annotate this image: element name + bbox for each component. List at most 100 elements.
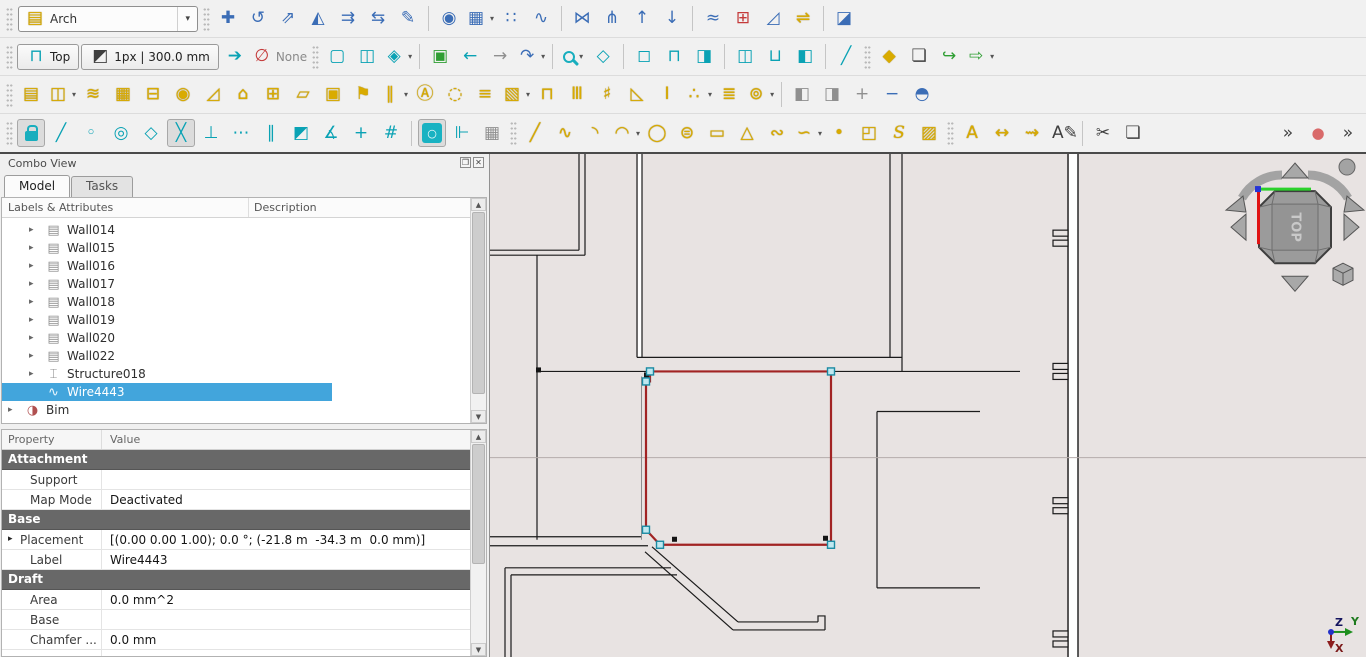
view-top-button[interactable]: ⊓ [660,43,688,71]
draft-polygon-button[interactable]: △ [733,119,761,147]
draft-upgrade-button[interactable]: ↑ [628,5,656,33]
property-row-row[interactable] [2,650,470,657]
arch-building-button[interactable]: ⌂ [229,81,257,109]
toolbar-grip[interactable] [510,121,517,145]
arch-frame-button[interactable]: Ⅲ [563,81,591,109]
nav-forward-button[interactable]: → [486,43,514,71]
arch-structure-button[interactable]: ◫▾ [47,81,77,109]
property-row-placement[interactable]: ▸Placement[(0.00 0.00 1.00); 0.0 °; (-21… [2,530,470,550]
toolbar-grip[interactable] [203,7,210,31]
arch-equipment-button[interactable]: ⊓ [533,81,561,109]
toolbar-grip[interactable] [6,83,13,107]
tree-item-wall018[interactable]: ▸▤Wall018 [2,293,470,311]
working-plane-button[interactable]: ○ [418,119,446,147]
tree-item-wall019[interactable]: ▸▤Wall019 [2,311,470,329]
arch-schedule-button[interactable]: ≣ [715,81,743,109]
draft-line-button[interactable]: ╱ [521,119,549,147]
property-row-support[interactable]: Support [2,470,470,490]
draft-dimension-button[interactable]: ↔ [988,119,1016,147]
draft-facebinder-button[interactable]: ◰ [855,119,883,147]
line-width-scale-button[interactable]: ◩1px | 300.0 mm [81,44,219,70]
tree-item-structure018[interactable]: ▸⌶Structure018 [2,365,470,383]
property-group-draft[interactable]: Draft [2,570,470,590]
property-scrollbar[interactable]: ▲ ▼ [470,430,486,656]
draft-point-button[interactable]: • [825,119,853,147]
arch-section-plane-button[interactable]: ⊞ [259,81,287,109]
arch-fence-button[interactable]: ♯ [593,81,621,109]
draft-label-button[interactable]: ⇝ [1018,119,1046,147]
draw-style-button[interactable]: ◈▾ [383,43,413,71]
tree-item-wall016[interactable]: ▸▤Wall016 [2,257,470,275]
part-shape-button[interactable]: ◆ [875,43,903,71]
property-row-chamfer[interactable]: Chamfer ...0.0 mm [2,630,470,650]
arch-window-button[interactable]: ▣ [319,81,347,109]
arch-truss-button[interactable]: ◺ [623,81,651,109]
arch-project-button[interactable]: ◉ [169,81,197,109]
property-row-base[interactable]: Base [2,610,470,630]
3d-viewport[interactable]: TOP Z Y X [490,154,1366,657]
snap-center-button[interactable]: ◎ [107,119,135,147]
arch-panel-button[interactable]: ▧▾ [501,81,531,109]
scroll-down-icon[interactable]: ▼ [471,410,486,423]
edit-cut-button[interactable]: ✂ [1089,119,1117,147]
nav-cube-face-label[interactable]: TOP [1288,212,1303,241]
measure-distance-button[interactable]: ╱ [832,43,860,71]
expander-icon[interactable]: ▸ [29,243,41,253]
scroll-thumb[interactable] [472,212,485,394]
expander-icon[interactable]: ▸ [29,297,41,307]
draft-add-to-group-button[interactable]: ⊞ [729,5,757,33]
zoom-tools-button[interactable]: ▾ [559,43,587,71]
draft-path-array-button[interactable]: ∿ [527,5,555,33]
arch-roof-button[interactable]: ◿ [199,81,227,109]
draft-split-button[interactable]: ⋔ [598,5,626,33]
arch-axis-system-button[interactable]: ◌ [441,81,469,109]
tree-item-wire4443[interactable]: ∿Wire4443 [2,383,470,401]
draft-array-tools-button[interactable]: ▦▾ [465,5,495,33]
tree-item-wall014[interactable]: ▸▤Wall014 [2,221,470,239]
snap-grid-button[interactable]: # [377,119,405,147]
draft-downgrade-button[interactable]: ↓ [658,5,686,33]
view-front-button[interactable]: ◻ [630,43,658,71]
arch-curtain-wall-button[interactable]: ▦ [109,81,137,109]
arch-pipe-tools-button[interactable]: ⊚▾ [745,81,775,109]
snap-midpoint-button[interactable]: ◦ [77,119,105,147]
arch-wall-button[interactable]: ▤ [17,81,45,109]
draft-edit-button[interactable]: ✎ [394,5,422,33]
draft-fillet-button[interactable]: ◝ [581,119,609,147]
draft-circle-button[interactable]: ◯ [643,119,671,147]
snap-lock-button[interactable] [17,119,45,147]
tab-tasks[interactable]: Tasks [71,176,133,197]
snap-dimensions-button[interactable]: ⊩ [448,119,476,147]
draft-rotate-button[interactable]: ↺ [244,5,272,33]
snap-near-button[interactable]: ∡ [317,119,345,147]
snap-intersection-button[interactable]: ╳ [167,119,195,147]
tree-item-bim[interactable]: ▸◑Bim [2,401,470,419]
arch-cut-line-button[interactable]: ◨ [818,81,846,109]
tree-item-wall022[interactable]: ▸▤Wall022 [2,347,470,365]
draft-join-button[interactable]: ⋈ [568,5,596,33]
column-divider[interactable] [248,198,249,217]
toggle-grid-button[interactable]: ▦ [478,119,506,147]
annotation-styles-button[interactable]: A✎ [1048,119,1076,147]
arch-space-button[interactable]: ⚑ [349,81,377,109]
draft-apply-style-button[interactable]: ➔ [221,43,249,71]
arch-building-part-button[interactable]: ⊟ [139,81,167,109]
draft-autogroup-button[interactable]: ∅None [251,43,308,71]
draft-point-array-button[interactable]: ∷ [497,5,525,33]
property-group-attachment[interactable]: Attachment [2,450,470,470]
draft-wire-to-bspline-button[interactable]: ≈ [699,5,727,33]
expander-icon[interactable]: ▸ [29,315,41,325]
scroll-up-icon[interactable]: ▲ [471,198,486,211]
arch-rebar-button[interactable]: ≋ [79,81,107,109]
draft-text-button[interactable]: A [958,119,986,147]
working-plane-view-button[interactable]: ⊓Top [17,44,79,70]
expander-icon[interactable]: ▸ [29,351,41,361]
workbench-selector[interactable]: ▤Arch▾ [18,6,198,32]
tree-item-wall015[interactable]: ▸▤Wall015 [2,239,470,257]
snap-parallel-button[interactable]: ∥ [257,119,285,147]
draft-scale-button[interactable]: ⇗ [274,5,302,33]
make-sub-link-button[interactable]: ⇨▾ [965,43,995,71]
scroll-thumb[interactable] [472,444,485,564]
snap-special-button[interactable]: ◩ [287,119,315,147]
property-group-base[interactable]: Base [2,510,470,530]
